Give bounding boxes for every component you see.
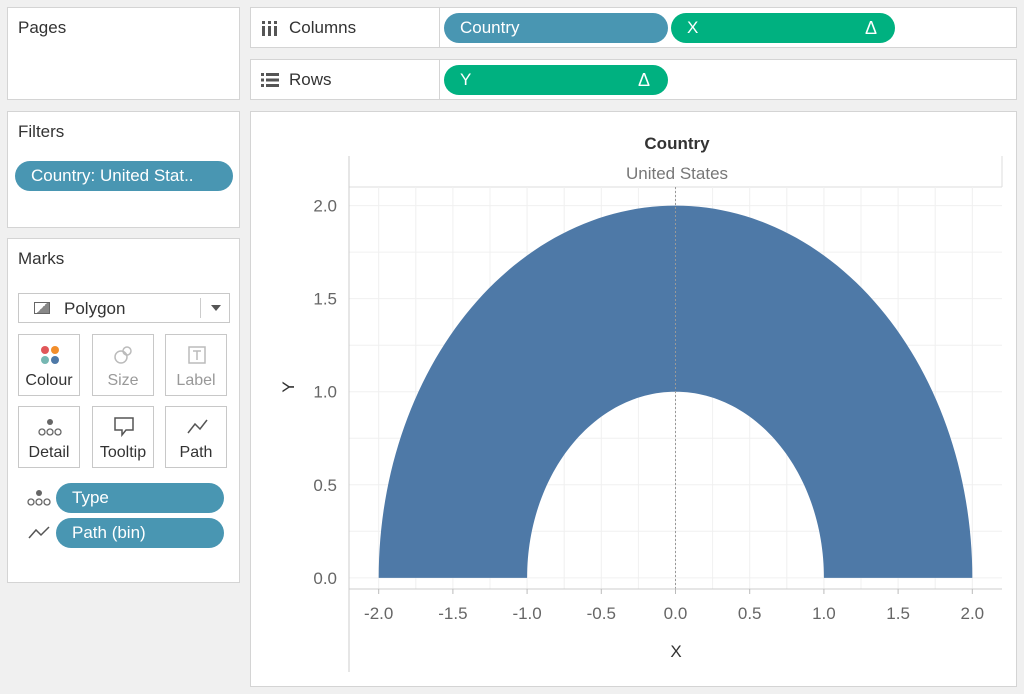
chart-svg: Country United States -2.0 -1.5 -1.0 -0.5 0.… xyxy=(279,134,1003,672)
columns-icon xyxy=(262,21,277,36)
x-tick-label: 1.5 xyxy=(886,604,910,623)
path-label: Path xyxy=(179,444,213,461)
size-label: Size xyxy=(107,372,139,389)
pages-title: Pages xyxy=(18,18,67,37)
tooltip-icon xyxy=(114,417,134,438)
x-tick-label: -0.5 xyxy=(587,604,616,623)
path-button[interactable]: Path xyxy=(165,406,227,468)
mark-type-select[interactable]: Polygon xyxy=(18,293,230,323)
x-tick-label: -2.0 xyxy=(364,604,393,623)
colour-button[interactable]: Colour xyxy=(18,334,80,396)
shelf-divider xyxy=(439,8,440,48)
tooltip-button[interactable]: Tooltip xyxy=(92,406,154,468)
colour-icon xyxy=(41,346,59,364)
shelf-divider xyxy=(439,60,440,100)
size-icon xyxy=(114,346,132,364)
row-pill-y-label: Y xyxy=(460,70,472,89)
mark-type-label: Polygon xyxy=(64,299,126,318)
rows-label: Rows xyxy=(289,70,332,89)
column-pill-x-label: X xyxy=(687,18,699,37)
y-tick-label: 2.0 xyxy=(313,197,337,216)
colour-label: Colour xyxy=(25,372,73,389)
filters-card: Filters Country: United Stat.. xyxy=(7,111,240,228)
label-icon xyxy=(188,346,206,364)
columns-shelf[interactable]: Columns Country X Δ xyxy=(250,7,1017,48)
path-icon xyxy=(28,526,50,539)
view-canvas: Country United States -2.0 -1.5 -1.0 -0.5 0.… xyxy=(250,111,1017,687)
x-tick-label: -1.0 xyxy=(512,604,541,623)
detail-icon xyxy=(27,490,51,506)
marks-title: Marks xyxy=(18,249,65,268)
delta-icon: Δ xyxy=(637,70,650,90)
column-pill-x[interactable]: X Δ xyxy=(671,13,895,43)
filters-title: Filters xyxy=(18,122,65,141)
dropdown-divider xyxy=(200,298,201,318)
delta-icon: Δ xyxy=(864,18,877,38)
pages-card[interactable]: Pages xyxy=(7,7,240,100)
filter-pill-country[interactable]: Country: United Stat.. xyxy=(15,161,233,191)
columns-label: Columns xyxy=(289,18,357,37)
y-axis-ticks: 0.0 0.5 1.0 1.5 2.0 xyxy=(313,197,337,588)
y-tick-label: 0.0 xyxy=(313,569,337,588)
x-axis-label[interactable]: X xyxy=(670,642,681,661)
field-pill-path-bin[interactable]: Path (bin) xyxy=(56,518,224,548)
y-tick-label: 1.5 xyxy=(313,290,337,309)
x-tick-label: 0.0 xyxy=(664,604,688,623)
tooltip-label: Tooltip xyxy=(99,444,147,461)
label-label: Label xyxy=(176,372,216,389)
header-value[interactable]: United States xyxy=(626,164,728,183)
rows-icon xyxy=(261,73,279,87)
detail-icon xyxy=(38,419,62,436)
y-tick-label: 1.0 xyxy=(313,383,337,402)
detail-label: Detail xyxy=(28,444,70,461)
column-pill-country[interactable]: Country xyxy=(444,13,668,43)
detail-button[interactable]: Detail xyxy=(18,406,80,468)
marks-card: Marks Polygon Colour Size Label Detail T… xyxy=(7,238,240,583)
chevron-down-icon[interactable] xyxy=(211,305,221,311)
size-button[interactable]: Size xyxy=(92,334,154,396)
polygon-icon xyxy=(34,302,50,314)
x-tick-label: 1.0 xyxy=(812,604,836,623)
x-axis-ticks: -2.0 -1.5 -1.0 -0.5 0.0 0.5 1.0 1.5 2.0 xyxy=(364,589,984,623)
rows-shelf[interactable]: Rows Y Δ xyxy=(250,59,1017,100)
y-axis-label[interactable]: Y xyxy=(279,381,298,392)
x-tick-label: -1.5 xyxy=(438,604,467,623)
y-tick-label: 0.5 xyxy=(313,476,337,495)
field-pill-type[interactable]: Type xyxy=(56,483,224,513)
label-button[interactable]: Label xyxy=(165,334,227,396)
x-tick-label: 2.0 xyxy=(960,604,984,623)
row-pill-y[interactable]: Y Δ xyxy=(444,65,668,95)
x-tick-label: 0.5 xyxy=(738,604,762,623)
path-icon xyxy=(187,419,208,434)
header-title: Country xyxy=(644,134,710,153)
